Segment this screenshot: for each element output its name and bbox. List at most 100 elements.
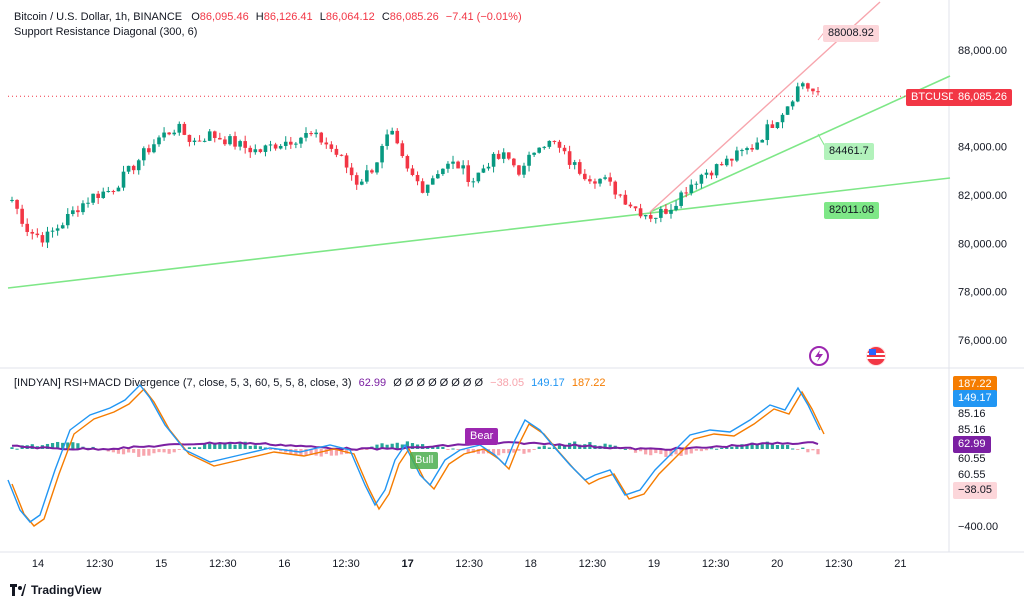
candle-body (106, 191, 111, 193)
tradingview-brand[interactable]: TradingView (10, 583, 101, 597)
histogram-bar (694, 449, 698, 451)
candle-body (207, 131, 212, 141)
candle-body (684, 192, 689, 194)
candle-body (30, 231, 35, 234)
candle-body (745, 148, 749, 151)
indicator-title-row[interactable]: [INDYAN] RSI+MACD Divergence (7, close, … (14, 377, 606, 389)
histogram-bar (502, 449, 506, 454)
histogram-bar (233, 444, 237, 449)
candle-body (593, 181, 597, 184)
time-axis-label: 18 (525, 558, 537, 570)
candle-body (86, 202, 90, 204)
candle-body (157, 137, 161, 145)
open-label: O (191, 11, 200, 23)
time-axis-label: 17 (401, 558, 413, 570)
candle-body (760, 139, 765, 143)
us-flag-icon[interactable] (866, 346, 886, 366)
candle-body (273, 144, 278, 149)
change-value: −7.41 (−0.01%) (445, 11, 522, 23)
candle-body (238, 141, 242, 147)
candle-body (750, 148, 754, 150)
candle-body (218, 137, 222, 140)
candle-body (491, 153, 496, 167)
candle-body (15, 199, 19, 209)
chart-canvas[interactable]: 88,000.0086,000.0084,000.0082,000.0080,0… (0, 0, 1024, 607)
candle-body (638, 208, 643, 217)
candle-body (724, 158, 729, 166)
candle-body (359, 181, 364, 185)
histogram-bar (806, 449, 810, 453)
candle-body (532, 152, 536, 155)
symbol-name: Bitcoin / U.S. Dollar, 1h, BINANCE (14, 11, 183, 23)
indicator-axis-label: −400.00 (958, 521, 998, 533)
candle-body (811, 88, 815, 92)
overlay-indicator-title[interactable]: Support Resistance Diagonal (300, 6) (14, 26, 197, 38)
support-lower-level-label: 82011.08 (824, 202, 880, 219)
candle-body (588, 179, 592, 182)
candle-body (466, 165, 471, 182)
histogram-bar (689, 449, 693, 454)
histogram-bar (527, 449, 531, 453)
histogram-bar (147, 449, 151, 456)
candle-body (522, 165, 526, 175)
candle-body (283, 141, 288, 146)
candle-body (679, 192, 683, 206)
candle-body (598, 178, 602, 184)
time-axis-label: 12:30 (579, 558, 607, 570)
candle-body (496, 153, 501, 159)
candle-body (765, 124, 770, 140)
candle-body (562, 147, 567, 152)
price-axis-label: 80,000.00 (958, 238, 1007, 250)
brand-name: TradingView (31, 583, 102, 597)
indicator-axis-label: 85.16 (958, 408, 986, 420)
candle-body (55, 228, 60, 231)
candle-body (111, 191, 116, 193)
candle-body (152, 144, 156, 153)
candle-body (613, 181, 618, 195)
candle-body (116, 187, 121, 192)
candle-body (740, 150, 744, 152)
candle-body (664, 208, 668, 214)
tradingview-logo-icon (10, 584, 26, 596)
histogram-bar (720, 447, 724, 449)
indicator-signal-value: 187.22 (571, 377, 606, 389)
candle-body (212, 131, 217, 138)
candle-body (76, 210, 80, 213)
candle-body (20, 208, 24, 224)
candle-body (268, 144, 273, 146)
candle-body (501, 152, 506, 159)
histogram-bar (132, 449, 136, 453)
support-upper-level-label: 84461.7 (824, 143, 874, 160)
candle-body (415, 174, 420, 182)
candle-body (101, 191, 106, 198)
candle-body (420, 181, 425, 193)
candle-body (806, 83, 810, 89)
histogram-bar (248, 445, 252, 449)
candle-body (60, 225, 65, 229)
candle-body (349, 167, 354, 176)
time-axis-label: 21 (894, 558, 906, 570)
histogram-bar (709, 448, 714, 450)
candle-body (461, 165, 465, 169)
candle-body (714, 164, 719, 176)
candle-body (709, 172, 714, 176)
high-value: 86,126.41 (263, 11, 313, 23)
candle-body (446, 163, 450, 169)
histogram-bar (715, 448, 719, 450)
histogram-bar (71, 442, 75, 449)
symbol-header: Bitcoin / U.S. Dollar, 1h, BINANCE O86,0… (14, 11, 522, 23)
flash-icon[interactable] (809, 346, 829, 366)
candle-body (608, 177, 612, 182)
candle-body (689, 184, 694, 193)
candle-body (258, 149, 263, 152)
histogram-bar (441, 446, 445, 449)
candle-body (233, 136, 237, 147)
candle-body (40, 235, 45, 243)
candle-body (643, 215, 648, 217)
last-price-tag: 86,085.26 (953, 89, 1012, 106)
candle-body (486, 166, 491, 169)
histogram-bar (203, 444, 207, 449)
candle-body (339, 154, 344, 156)
histogram-bar (517, 449, 521, 451)
time-axis-label: 12:30 (86, 558, 114, 570)
